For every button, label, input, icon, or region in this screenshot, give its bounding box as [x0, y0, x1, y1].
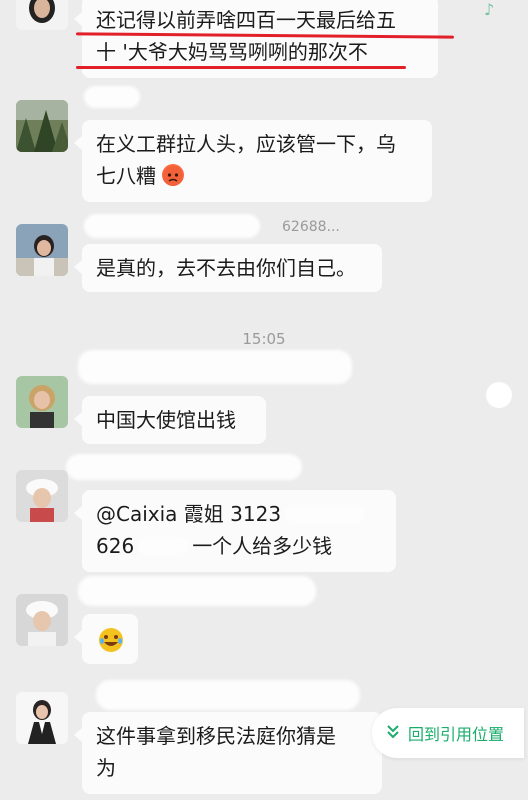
avatar-woman-suit-image — [16, 692, 68, 744]
message-line: 为 — [96, 756, 116, 780]
message-bubble[interactable]: 这件事拿到移民法庭你猜是 为 — [74, 712, 382, 794]
avatar[interactable] — [16, 692, 68, 744]
avatar-person-white-cap-image — [16, 470, 68, 522]
scroll-indicator[interactable] — [486, 382, 512, 408]
jump-to-quote-button[interactable]: 回到引用位置 — [372, 708, 524, 758]
message-line: 七八糟 — [96, 164, 156, 188]
avatar[interactable] — [16, 224, 68, 276]
sender-name-redacted — [84, 86, 140, 108]
message-bubble[interactable] — [74, 614, 138, 664]
avatar-woman-blonde-image — [16, 376, 68, 428]
message-bubble[interactable]: 中国大使馆出钱 — [74, 396, 266, 444]
phone-number-redacted — [138, 537, 189, 555]
message-line: 在义工群拉人头，应该管一下，乌 — [96, 132, 396, 156]
avatar[interactable] — [16, 376, 68, 428]
avatar-forest-photo-image — [16, 100, 68, 152]
message-bubble[interactable]: @Caixia 霞姐 3123 626 一个人给多少钱 — [74, 490, 396, 572]
jump-to-quote-label: 回到引用位置 — [408, 725, 505, 744]
message-line: 这件事拿到移民法庭你猜是 — [96, 724, 336, 748]
message-line: 一个人给多少钱 — [192, 534, 333, 558]
message-line: 十 '大爷大妈骂骂咧咧的那次不 — [96, 40, 368, 64]
sender-name-redacted — [96, 680, 360, 710]
message-bubble[interactable]: 是真的，去不去由你们自己。 — [74, 244, 382, 292]
music-note-icon: ♪ — [484, 0, 495, 19]
message-line: 还记得以前弄啥四百一天最后给五 — [96, 8, 396, 32]
double-chevron-down-icon — [386, 723, 400, 743]
message-line: 626 — [96, 534, 135, 558]
message-bubble[interactable]: 在义工群拉人头，应该管一下，乌 七八糟 — [74, 120, 432, 202]
message-line: @Caixia 霞姐 3123 — [96, 502, 282, 526]
timestamp: 15:05 — [242, 330, 286, 348]
avatar-woman-dark-hair-image — [16, 0, 68, 30]
avatar[interactable] — [16, 0, 68, 30]
avatar-woman-outdoor-image — [16, 224, 68, 276]
avatar[interactable] — [16, 470, 68, 522]
crying-laughing-emoji — [98, 627, 124, 653]
angry-face-emoji — [162, 164, 185, 186]
avatar[interactable] — [16, 594, 68, 646]
avatar-person-white-cap-2-image — [16, 594, 68, 646]
sender-name: 62688... — [282, 219, 340, 235]
message-line: 是真的，去不去由你们自己。 — [96, 256, 356, 280]
phone-number-redacted — [285, 505, 366, 523]
sender-name-redacted — [66, 454, 302, 480]
message-line: 中国大使馆出钱 — [96, 408, 236, 432]
sender-name-redacted — [78, 350, 352, 384]
sender-name-redacted — [84, 214, 260, 238]
avatar[interactable] — [16, 100, 68, 152]
sender-name-redacted — [78, 576, 316, 606]
red-underline-annotation — [76, 66, 406, 69]
